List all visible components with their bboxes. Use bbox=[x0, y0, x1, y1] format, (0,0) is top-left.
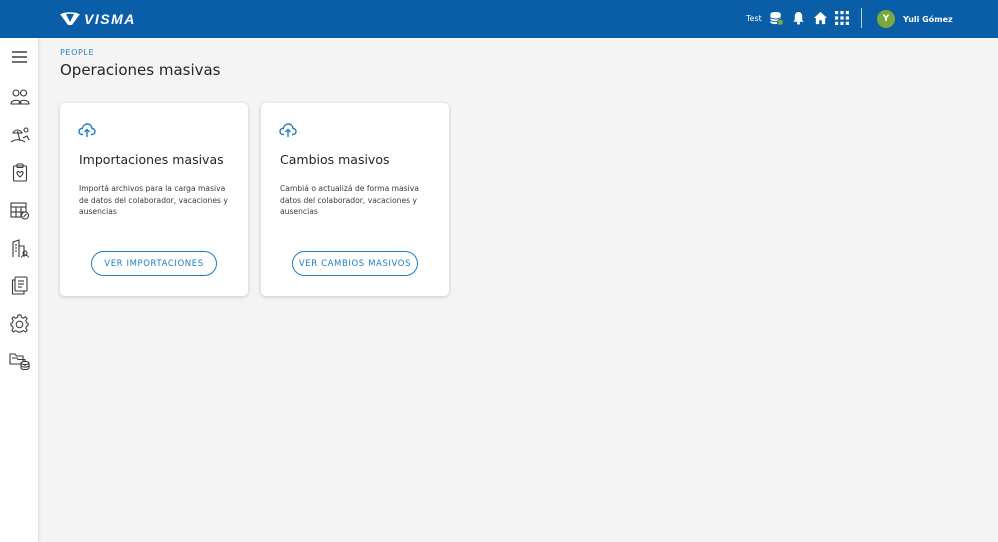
sidebar bbox=[0, 38, 39, 542]
card-description: Cambiá o actualizá de forma masiva datos… bbox=[280, 184, 419, 216]
home-icon[interactable] bbox=[812, 10, 828, 26]
card-description: Importá archivos para la carga masiva de… bbox=[79, 184, 228, 216]
user-menu[interactable]: Y Yuli Gómez bbox=[877, 10, 953, 28]
card-title: Cambios masivos bbox=[280, 152, 390, 167]
company-building-icon[interactable] bbox=[9, 238, 30, 259]
visma-logo-mark-icon bbox=[60, 12, 80, 25]
topbar-divider bbox=[861, 8, 862, 28]
calendar-edit-icon[interactable] bbox=[9, 200, 30, 221]
folders-database-icon[interactable] bbox=[9, 350, 30, 371]
clipboard-health-icon[interactable] bbox=[9, 162, 30, 183]
card-importaciones: Importaciones masivas Importá archivos p… bbox=[60, 103, 248, 296]
apps-grid-icon[interactable] bbox=[834, 10, 850, 26]
bell-icon[interactable] bbox=[790, 10, 806, 26]
ver-cambios-masivos-button[interactable]: VER CAMBIOS MASIVOS bbox=[292, 251, 418, 276]
vacation-beach-icon[interactable] bbox=[9, 124, 30, 145]
people-icon[interactable] bbox=[9, 86, 30, 107]
breadcrumb[interactable]: PEOPLE bbox=[60, 48, 94, 57]
logo-text: VISMA bbox=[84, 11, 136, 27]
visma-logo[interactable]: VISMA bbox=[60, 11, 136, 27]
upload-cloud-icon bbox=[279, 123, 297, 137]
top-bar: VISMA Test Y Yuli Gómez bbox=[0, 0, 998, 38]
database-status-icon[interactable] bbox=[768, 10, 784, 26]
settings-gear-icon[interactable] bbox=[9, 313, 30, 334]
ver-importaciones-button[interactable]: VER IMPORTACIONES bbox=[91, 251, 217, 276]
card-title: Importaciones masivas bbox=[79, 152, 224, 167]
upload-cloud-icon bbox=[78, 123, 96, 137]
documents-icon[interactable] bbox=[9, 275, 30, 296]
card-cambios-masivos: Cambios masivos Cambiá o actualizá de fo… bbox=[261, 103, 449, 296]
environment-label: Test bbox=[746, 14, 762, 23]
avatar: Y bbox=[877, 10, 895, 28]
page-title: Operaciones masivas bbox=[60, 61, 221, 79]
hamburger-menu-icon[interactable] bbox=[9, 46, 30, 67]
user-name: Yuli Gómez bbox=[903, 14, 953, 24]
